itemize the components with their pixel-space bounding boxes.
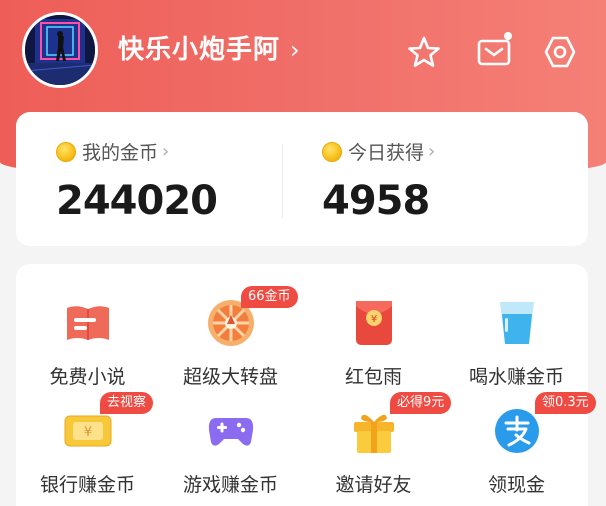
my-coins-value: 244020 [56,178,218,224]
username-text: 快乐小炮手阿 [118,35,281,65]
red-envelope-icon: ¥ [349,298,399,348]
alipay-icon [492,406,542,456]
task-wheel[interactable]: 66金币 超级大转盘 [159,276,302,388]
task-free-novel[interactable]: 免费小说 [16,276,159,388]
avatar[interactable] [22,12,98,88]
task-label: 领现金 [487,474,545,496]
task-bank[interactable]: ¥ 去视察 银行赚金币 [16,384,159,496]
task-label: 游戏赚金币 [182,474,278,496]
svg-text:¥: ¥ [370,314,376,325]
today-label-row: 今日获得 › [322,138,435,165]
star-icon[interactable] [406,34,442,70]
coins-card: 我的金币 › 244020 今日获得 › 4958 [16,112,588,246]
task-invite-friends[interactable]: 必得9元 邀请好友 [302,384,452,496]
task-grid: 免费小说 66金币 超级大转盘 ¥ 红包雨 喝水赚金币 ¥ 去视察 银行赚金币 … [16,264,596,506]
unread-dot [504,32,512,40]
task-label: 邀请好友 [335,474,412,496]
task-badge: 领0.3元 [535,392,596,414]
username-link[interactable]: 快乐小炮手阿 › [118,30,301,70]
task-label: 银行赚金币 [39,474,135,496]
coin-icon [56,141,76,162]
mail-icon[interactable] [476,32,512,70]
task-drink-water[interactable]: 喝水赚金币 [445,276,588,388]
chevron-right-icon: › [162,141,170,162]
task-badge: 必得9元 [390,392,452,414]
task-badge: 66金币 [241,286,298,308]
task-red-envelope-rain[interactable]: ¥ 红包雨 [302,276,445,388]
divider [282,144,283,218]
task-badge: 去视察 [100,392,154,414]
today-value: 4958 [322,178,430,224]
svg-text:¥: ¥ [83,425,91,440]
book-icon [63,298,113,348]
coin-icon [322,141,342,162]
task-get-cash[interactable]: 领0.3元 领现金 [445,384,596,496]
water-cup-icon [492,298,542,348]
chevron-right-icon: › [428,141,436,162]
my-coins-label: 我的金币 [82,142,159,164]
task-game[interactable]: 游戏赚金币 [159,384,302,496]
gamepad-icon [206,406,256,456]
my-coins-label-row: 我的金币 › [56,138,169,165]
chevron-right-icon: › [290,36,301,64]
today-label: 今日获得 [348,142,425,164]
settings-icon[interactable] [542,34,578,70]
